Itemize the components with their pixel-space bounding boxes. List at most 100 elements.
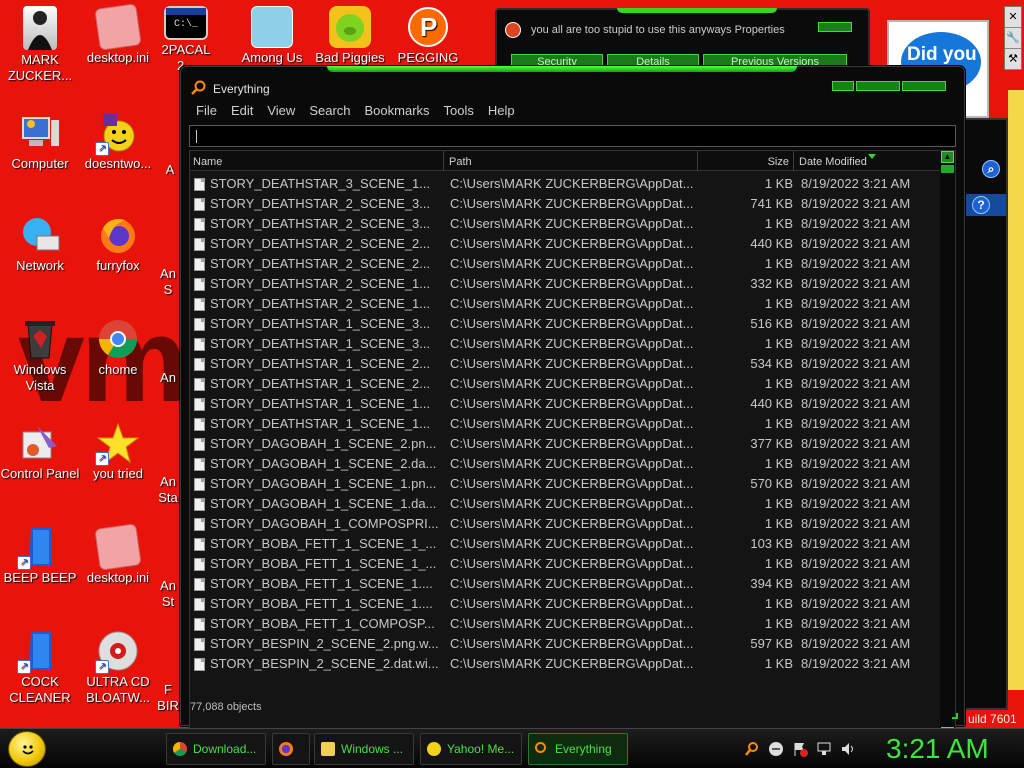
- table-row[interactable]: STORY_DEATHSTAR_3_SCENE_1... C:\Users\MAR…: [190, 174, 941, 194]
- table-row[interactable]: STORY_BOBA_FETT_1_SCENE_1_... C:\Users\MA…: [190, 534, 941, 554]
- tools-icon[interactable]: 🔧: [1005, 28, 1021, 49]
- table-row[interactable]: STORY_BOBA_FETT_1_COMPOSP... C:\Users\MAR…: [190, 614, 941, 634]
- table-row[interactable]: STORY_DAGOBAH_1_SCENE_1.da... C:\Users\MA…: [190, 494, 941, 514]
- table-row[interactable]: STORY_DEATHSTAR_2_SCENE_2... C:\Users\MAR…: [190, 234, 941, 254]
- scroll-up-button[interactable]: ▲: [941, 151, 954, 163]
- desktop-icon-chome[interactable]: chome: [78, 318, 158, 378]
- close-icon[interactable]: ✕: [1005, 7, 1021, 28]
- scroll-thumb[interactable]: [941, 165, 954, 173]
- table-row[interactable]: STORY_DAGOBAH_1_COMPOSPRI... C:\Users\MAR…: [190, 514, 941, 534]
- clock[interactable]: 3:21 AM: [886, 733, 989, 765]
- action-center-flag-icon[interactable]: [792, 741, 808, 757]
- table-row[interactable]: STORY_DEATHSTAR_2_SCENE_3... C:\Users\MAR…: [190, 194, 941, 214]
- search-icon[interactable]: ⌕: [982, 160, 1000, 178]
- vertical-scrollbar[interactable]: ▲ ▼: [940, 151, 955, 739]
- taskbar-button-windows-explorer[interactable]: Windows ...: [314, 733, 414, 765]
- table-row[interactable]: STORY_BESPIN_2_SCENE_2.dat.wi... C:\Users…: [190, 654, 941, 674]
- table-row[interactable]: STORY_DEATHSTAR_2_SCENE_2... C:\Users\MAR…: [190, 254, 941, 274]
- cell-name: STORY_BOBA_FETT_1_SCENE_1....: [210, 596, 433, 611]
- desktop-icon-partial-bir[interactable]: F BIR: [156, 682, 180, 714]
- status-bar-text: 77,088 objects: [190, 701, 262, 713]
- cell-name: STORY_DEATHSTAR_1_SCENE_2...: [210, 356, 431, 371]
- table-row[interactable]: STORY_DAGOBAH_1_SCENE_2.pn... C:\Users\MA…: [190, 434, 941, 454]
- speaker-icon[interactable]: [840, 741, 856, 757]
- menu-search[interactable]: Search: [302, 101, 357, 121]
- column-path[interactable]: Path: [446, 151, 698, 171]
- cell-size: 741 KB: [750, 196, 793, 211]
- background-window-right[interactable]: ⌕ ?: [960, 118, 1008, 710]
- menu-bookmarks[interactable]: Bookmarks: [358, 101, 437, 121]
- table-row[interactable]: STORY_DEATHSTAR_1_SCENE_1... C:\Users\MAR…: [190, 414, 941, 434]
- table-row[interactable]: STORY_DEATHSTAR_2_SCENE_1... C:\Users\MAR…: [190, 274, 941, 294]
- results-list[interactable]: Name Path Size Date Modified STORY_DEATH…: [189, 150, 957, 759]
- resize-grip[interactable]: [952, 713, 958, 719]
- desktop-icon-windows-vista[interactable]: Windows Vista: [0, 318, 80, 394]
- minimize-button[interactable]: [818, 22, 852, 32]
- desktop-icon-desktop-ini[interactable]: desktop.ini: [78, 3, 158, 66]
- cell-path: C:\Users\MARK ZUCKERBERG\AppDat...: [450, 216, 694, 231]
- document-icon: [194, 458, 205, 471]
- desktop-icon-furryfox[interactable]: furryfox: [78, 214, 158, 274]
- table-row[interactable]: STORY_DEATHSTAR_1_SCENE_2... C:\Users\MAR…: [190, 354, 941, 374]
- desktop-icon-partial-an-2[interactable]: An: [156, 370, 180, 386]
- table-row[interactable]: STORY_BOBA_FETT_1_SCENE_1_... C:\Users\MA…: [190, 554, 941, 574]
- menu-view[interactable]: View: [260, 101, 302, 121]
- table-row[interactable]: STORY_DAGOBAH_1_SCENE_2.da... C:\Users\MA…: [190, 454, 941, 474]
- wrench-icon[interactable]: ⚒: [1005, 49, 1021, 70]
- desktop-icon-2pacal[interactable]: C:\_ 2PACAL 2...: [156, 6, 216, 74]
- column-name[interactable]: Name: [190, 151, 444, 171]
- volume-mixer-icon[interactable]: [768, 741, 784, 757]
- cell-size: 1 KB: [764, 296, 793, 311]
- table-row[interactable]: STORY_DEATHSTAR_2_SCENE_3... C:\Users\MAR…: [190, 214, 941, 234]
- cell-size: 440 KB: [750, 396, 793, 411]
- network-status-icon[interactable]: [816, 741, 832, 757]
- desktop-icon-partial-an-4[interactable]: An St: [156, 578, 180, 610]
- desktop-icon-desktop-ini-2[interactable]: desktop.ini: [78, 523, 158, 586]
- table-row[interactable]: STORY_DEATHSTAR_2_SCENE_1... C:\Users\MAR…: [190, 294, 941, 314]
- table-row[interactable]: STORY_DEATHSTAR_1_SCENE_2... C:\Users\MAR…: [190, 374, 941, 394]
- table-row[interactable]: STORY_DEATHSTAR_1_SCENE_3... C:\Users\MAR…: [190, 334, 941, 354]
- cell-path: C:\Users\MARK ZUCKERBERG\AppDat...: [450, 556, 694, 571]
- desktop-icon-partial-a[interactable]: A: [160, 162, 180, 178]
- title-bar[interactable]: Everything: [181, 77, 964, 99]
- desktop-icon-network[interactable]: Network: [0, 214, 80, 274]
- search-input[interactable]: [190, 126, 955, 146]
- help-icon[interactable]: ?: [972, 196, 990, 214]
- table-row[interactable]: STORY_BESPIN_2_SCENE_2.png.w... C:\Users\…: [190, 634, 941, 654]
- table-row[interactable]: STORY_DAGOBAH_1_SCENE_1.pn... C:\Users\MA…: [190, 474, 941, 494]
- desktop-icon-doesntwo[interactable]: ↗ doesntwo...: [78, 112, 158, 172]
- table-row[interactable]: STORY_DEATHSTAR_1_SCENE_1... C:\Users\MAR…: [190, 394, 941, 414]
- search-icon[interactable]: [744, 741, 760, 757]
- taskbar-button-everything[interactable]: Everything: [528, 733, 628, 765]
- maximize-button[interactable]: [856, 81, 900, 91]
- cell-name: STORY_DAGOBAH_1_SCENE_1.da...: [210, 496, 437, 511]
- table-row[interactable]: STORY_DEATHSTAR_1_SCENE_3... C:\Users\MAR…: [190, 314, 941, 334]
- table-row[interactable]: STORY_BOBA_FETT_1_SCENE_1.... C:\Users\MA…: [190, 594, 941, 614]
- column-size[interactable]: Size: [700, 151, 794, 171]
- desktop-icon-you-tried[interactable]: ↗ you tried: [78, 422, 158, 482]
- table-row[interactable]: STORY_BOBA_FETT_1_SCENE_1.... C:\Users\MA…: [190, 574, 941, 594]
- menu-file[interactable]: File: [189, 101, 224, 121]
- desktop-icon-control-panel[interactable]: Control Panel: [0, 422, 80, 482]
- menu-tools[interactable]: Tools: [437, 101, 481, 121]
- document-icon: [194, 598, 205, 611]
- cell-date-modified: 8/19/2022 3:21 AM: [801, 256, 911, 271]
- taskbar-button-yahoo-messenger[interactable]: Yahoo! Me...: [420, 733, 522, 765]
- desktop-icon-cock-cleaner[interactable]: ↗ COCK CLEANER: [0, 630, 80, 706]
- menu-edit[interactable]: Edit: [224, 101, 260, 121]
- menu-help[interactable]: Help: [481, 101, 522, 121]
- minimize-button[interactable]: [832, 81, 854, 91]
- yahoo-messenger-icon: ↗: [95, 112, 139, 156]
- start-button[interactable]: [8, 731, 46, 767]
- desktop-icon-partial-an-1[interactable]: An S: [156, 266, 180, 298]
- taskbar-button-download[interactable]: Download...: [166, 733, 266, 765]
- desktop-icon-computer[interactable]: Computer: [0, 112, 80, 172]
- taskbar-button-firefox[interactable]: [272, 733, 310, 765]
- desktop-icon-ultra-cd[interactable]: ↗ ULTRA CD BLOATW...: [78, 630, 158, 706]
- desktop-icon-partial-an-3[interactable]: An Sta: [156, 474, 180, 506]
- everything-window[interactable]: Everything File Edit View Search Bookmar…: [180, 66, 965, 759]
- close-button[interactable]: [902, 81, 946, 91]
- desktop-icon-beep-beep[interactable]: ↗ BEEP BEEP: [0, 526, 80, 586]
- cell-date-modified: 8/19/2022 3:21 AM: [801, 556, 911, 571]
- desktop-icon-mark-zuckerberg[interactable]: MARK ZUCKER...: [0, 6, 80, 84]
